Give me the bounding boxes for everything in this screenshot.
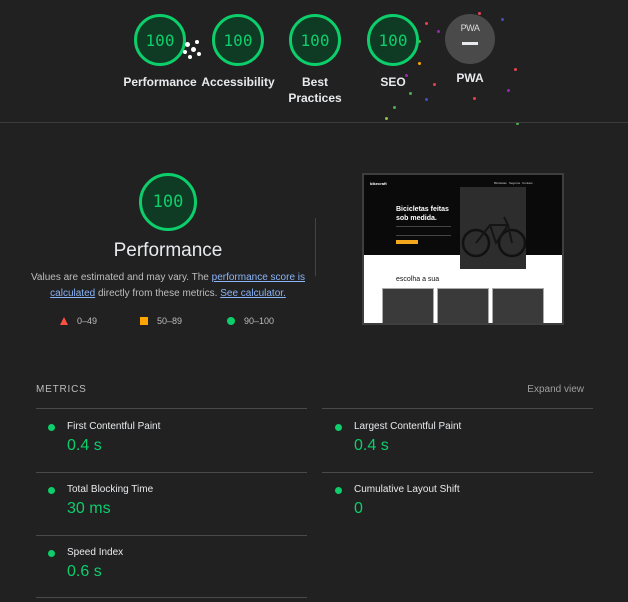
final-screenshot[interactable]: bikecraft Bicicletas Seguros Contato Bic…	[362, 173, 564, 325]
pass-circle-icon	[335, 424, 342, 431]
see-calculator-link[interactable]: See calculator.	[220, 288, 286, 299]
screenshot-card	[492, 288, 544, 323]
expand-view-toggle[interactable]: Expand view	[527, 384, 584, 395]
pass-circle-icon	[48, 550, 55, 557]
screenshot-card	[437, 288, 489, 323]
gauge-label-line2: Practices	[288, 91, 342, 105]
legend-pass: 90–100	[227, 316, 274, 326]
performance-description: Values are estimated and may vary. The p…	[30, 272, 306, 299]
performance-score-value: 100	[152, 192, 184, 212]
metric-value: 30 ms	[67, 500, 111, 517]
score-ring: 100	[289, 14, 341, 66]
score-value: 100	[145, 30, 175, 50]
score-ring: 100	[134, 14, 186, 66]
metric-value: 0.4 s	[354, 437, 389, 454]
metrics-row-divider	[36, 408, 307, 409]
metric-name: First Contentful Paint	[67, 421, 161, 432]
metrics-row-divider	[322, 408, 593, 409]
metrics-row-divider	[36, 597, 307, 598]
metric-value: 0	[354, 500, 363, 517]
pwa-badge: PWA	[445, 14, 495, 64]
triangle-icon	[60, 317, 68, 325]
gauge-pwa[interactable]: PWA PWA	[420, 14, 520, 86]
performance-title: Performance	[113, 240, 223, 261]
screenshot-subtitle: escolha a sua	[396, 276, 440, 283]
legend-average: 50–89	[140, 316, 182, 326]
metrics-row-divider	[322, 472, 593, 473]
screenshot-headline: Bicicletas feitas sob medida.	[396, 206, 449, 222]
metric-name: Cumulative Layout Shift	[354, 484, 460, 495]
pass-circle-icon	[48, 487, 55, 494]
metric-value: 0.6 s	[67, 563, 102, 580]
metrics-row-divider	[36, 472, 307, 473]
pass-circle-icon	[48, 424, 55, 431]
score-value: 100	[223, 30, 253, 50]
metrics-row-divider	[36, 535, 307, 536]
performance-score-ring: 100	[139, 173, 197, 231]
screenshot-card	[382, 288, 434, 323]
screenshot-logo: bikecraft	[370, 181, 387, 186]
score-ring: 100	[367, 14, 419, 66]
score-value: 100	[300, 30, 330, 50]
circle-icon	[227, 317, 235, 325]
section-divider	[0, 122, 628, 123]
vertical-divider	[315, 218, 316, 276]
screenshot-nav-item: Bicicletas	[494, 181, 507, 185]
metric-name: Largest Contentful Paint	[354, 421, 462, 432]
score-ring: 100	[212, 14, 264, 66]
screenshot-nav-item: Contato	[522, 181, 533, 185]
score-value: 100	[378, 30, 408, 50]
pwa-badge-text: PWA	[460, 23, 480, 33]
bike-image	[460, 187, 527, 269]
square-icon	[140, 317, 148, 325]
metric-value: 0.4 s	[67, 437, 102, 454]
dash-icon	[462, 42, 478, 45]
metric-name: Total Blocking Time	[67, 484, 154, 495]
metric-name: Speed Index	[67, 547, 124, 558]
screenshot-button	[396, 240, 418, 244]
screenshot-paragraph	[396, 226, 451, 236]
pass-circle-icon	[335, 487, 342, 494]
metrics-header: METRICS	[36, 384, 87, 395]
screenshot-nav-item: Seguros	[509, 181, 521, 185]
legend-fail: 0–49	[60, 316, 97, 326]
